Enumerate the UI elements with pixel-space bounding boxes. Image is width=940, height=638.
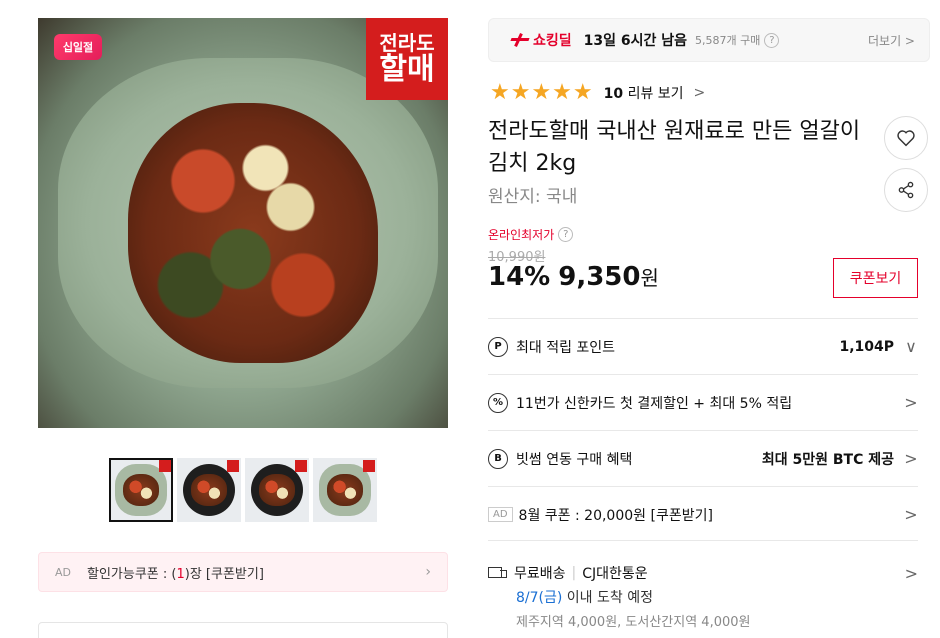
divider: | bbox=[571, 565, 577, 581]
benefit-label: 빗썸 연동 구매 혜택 bbox=[516, 451, 633, 468]
help-icon[interactable]: ? bbox=[764, 32, 780, 48]
coupon-ad-text: 할인가능쿠폰 : (1)장 [쿠폰받기] bbox=[87, 566, 264, 582]
brand-logo-line2: 할매 bbox=[379, 51, 435, 87]
main-product-image[interactable]: 십일절 전라도 할매 bbox=[38, 18, 448, 428]
view-coupon-button[interactable]: 쿠폰보기 bbox=[833, 258, 918, 298]
deal-time-left: 13일 6시간 남음 bbox=[583, 33, 688, 49]
sale-price: 9,350원 bbox=[558, 262, 659, 292]
shipping-summary: 무료배송 | CJ대한통운 > bbox=[488, 563, 918, 583]
percent-icon: % bbox=[488, 392, 508, 413]
deal-more-link[interactable]: 더보기 > bbox=[868, 32, 915, 49]
benefit-label: 최대 적립 포인트 bbox=[516, 339, 616, 356]
thumbnail-3[interactable] bbox=[245, 458, 309, 522]
benefit-label: 11번가 신한카드 첫 결제할인 + 최대 5% 적립 bbox=[516, 395, 793, 412]
coupon-count: 1 bbox=[176, 566, 185, 582]
sale-price-row: 14% 9,350원 bbox=[488, 262, 659, 292]
bithumb-benefit-row[interactable]: B 빗썸 연동 구매 혜택 최대 5만원 BTC 제공 > bbox=[488, 430, 918, 486]
shipping-info[interactable]: 무료배송 | CJ대한통운 > 8/7(금) 이내 도착 예정 제주지역 4,0… bbox=[488, 540, 918, 630]
chevron-right-icon: > bbox=[904, 449, 918, 468]
brand-logo-line1: 전라도 bbox=[379, 30, 435, 55]
thumbnail-2[interactable] bbox=[177, 458, 241, 522]
discount-rate: 14% bbox=[488, 262, 551, 292]
point-benefit-row[interactable]: P 최대 적립 포인트 1,104P ∨ bbox=[488, 318, 918, 374]
thumbnail-4[interactable] bbox=[313, 458, 377, 522]
shocking-deal-logo: 쇼킹딜 bbox=[511, 30, 572, 50]
benefit-value: 1,104P bbox=[839, 338, 894, 355]
extra-shipping-fee: 제주지역 4,000원, 도서산간지역 4,000원 bbox=[516, 615, 751, 630]
point-icon: P bbox=[488, 336, 508, 357]
product-title: 전라도할매 국내산 원재료로 만든 얼갈이김치 2kg bbox=[488, 119, 861, 176]
star-rating-icon: ★★★★★ bbox=[490, 80, 594, 105]
chevron-down-icon: ∨ bbox=[905, 337, 917, 356]
chevron-right-icon: > bbox=[904, 393, 918, 412]
deal-purchase-count: 5,587개 구매 bbox=[695, 34, 761, 47]
bitcoin-icon: B bbox=[488, 448, 508, 469]
delivery-eta: 8/7(금) 이내 도착 예정 bbox=[516, 590, 653, 606]
benefit-label: 8월 쿠폰 : 20,000원 [쿠폰받기] bbox=[518, 507, 713, 524]
kimchi-graphic bbox=[128, 103, 378, 363]
deal-bolt-icon bbox=[511, 33, 529, 47]
share-icon bbox=[898, 181, 914, 199]
shocking-deal-bar[interactable]: 쇼킹딜 13일 6시간 남음 5,587개 구매 ? 더보기 > bbox=[488, 18, 930, 62]
shipping-carrier: CJ대한통운 bbox=[582, 566, 648, 582]
shipping-type: 무료배송 bbox=[514, 566, 566, 582]
lowest-price-label: 온라인최저가? bbox=[488, 226, 574, 243]
brand-logo: 전라도 할매 bbox=[366, 18, 448, 100]
ad-label: AD bbox=[55, 565, 71, 579]
chevron-right-icon: › bbox=[425, 564, 431, 580]
ad-label: AD bbox=[488, 507, 513, 522]
chevron-right-icon: > bbox=[693, 84, 706, 101]
rating-row[interactable]: ★★★★★ 10 리뷰 보기 > bbox=[490, 80, 705, 105]
coupon-ad-banner[interactable]: AD 할인가능쿠폰 : (1)장 [쿠폰받기] › bbox=[38, 552, 448, 592]
chevron-right-icon: > bbox=[904, 505, 918, 524]
help-icon[interactable]: ? bbox=[558, 227, 574, 242]
review-link[interactable]: 10 리뷰 보기 bbox=[604, 83, 684, 103]
product-origin: 원산지: 국내 bbox=[488, 187, 578, 207]
deal-label: 쇼킹딜 bbox=[533, 33, 572, 49]
benefit-value: 최대 5만원 BTC 제공 bbox=[761, 451, 894, 468]
heart-icon bbox=[897, 130, 915, 147]
promo-badge: 십일절 bbox=[54, 34, 102, 60]
card-discount-row[interactable]: % 11번가 신한카드 첫 결제할인 + 최대 5% 적립 > bbox=[488, 374, 918, 430]
chevron-right-icon: > bbox=[904, 563, 918, 583]
truck-icon bbox=[488, 566, 508, 580]
thumbnail-list bbox=[109, 458, 377, 522]
share-button[interactable] bbox=[884, 168, 928, 212]
august-coupon-row[interactable]: AD 8월 쿠폰 : 20,000원 [쿠폰받기] > bbox=[488, 486, 918, 542]
lower-panel bbox=[38, 622, 448, 638]
delivery-date: 8/7(금) bbox=[516, 590, 563, 606]
thumbnail-1[interactable] bbox=[109, 458, 173, 522]
wishlist-button[interactable] bbox=[884, 116, 928, 160]
